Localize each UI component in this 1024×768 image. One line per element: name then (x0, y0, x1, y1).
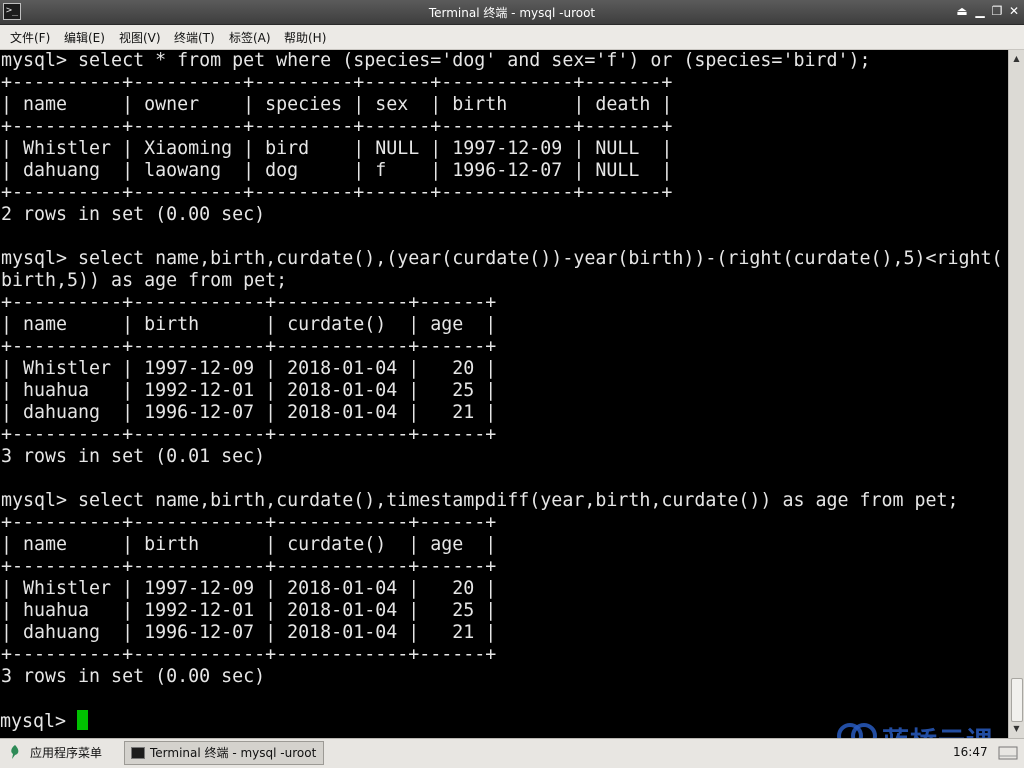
terminal-line: +----------+------------+------------+--… (1, 644, 497, 665)
prompt-line[interactable]: mysql> (0, 710, 1008, 732)
menu-view[interactable]: 视图(V) (119, 29, 161, 46)
text-cursor (77, 710, 89, 730)
terminal-line: +----------+------------+------------+--… (1, 424, 497, 445)
shade-window-icon[interactable]: ⏏ (954, 3, 970, 19)
terminal-line: | Whistler | 1997-12-09 | 2018-01-04 | 2… (1, 358, 497, 379)
menu-tabs[interactable]: 标签(A) (229, 29, 271, 46)
terminal-line: | Whistler | 1997-12-09 | 2018-01-04 | 2… (1, 578, 497, 599)
terminal-line: birth,5)) as age from pet; (1, 270, 288, 291)
applications-menu-button[interactable]: 应用程序菜单 (4, 742, 106, 764)
terminal-line: mysql> select * from pet where (species=… (1, 50, 871, 71)
taskbar: 应用程序菜单 Terminal 终端 - mysql -uroot 16:47 (0, 738, 1024, 768)
terminal-line: 3 rows in set (0.00 sec) (1, 666, 266, 687)
minimize-window-icon[interactable]: ▁ (972, 3, 988, 19)
terminal-line: 3 rows in set (0.01 sec) (1, 446, 266, 467)
clock[interactable]: 16:47 (953, 745, 988, 759)
app-menu-icon (11, 745, 19, 759)
window-title: Terminal 终端 - mysql -uroot (428, 6, 596, 20)
terminal-line: | dahuang | laowang | dog | f | 1996-12-… (1, 160, 673, 181)
terminal-text: mysql> select * from pet where (species=… (0, 50, 1008, 710)
maximize-window-icon[interactable]: ❐ (989, 3, 1005, 19)
menu-terminal[interactable]: 终端(T) (174, 29, 215, 46)
terminal-window: >_ Terminal 终端 - mysql -uroot ⏏ ▁ ❐ ✕ 文件… (0, 0, 1024, 738)
close-window-icon[interactable]: ✕ (1006, 3, 1022, 19)
terminal-scrollbar[interactable]: ▲ ▼ (1008, 50, 1024, 738)
scroll-up-arrow-icon[interactable]: ▲ (1009, 52, 1024, 66)
terminal-line: | dahuang | 1996-12-07 | 2018-01-04 | 21… (1, 622, 497, 643)
terminal-line: 2 rows in set (0.00 sec) (1, 204, 266, 225)
terminal-line: +----------+------------+------------+--… (1, 512, 497, 533)
applications-menu-label: 应用程序菜单 (30, 746, 103, 760)
terminal-line: +----------+----------+---------+------+… (1, 182, 673, 203)
menu-file[interactable]: 文件(F) (10, 29, 50, 46)
terminal-icon (131, 747, 145, 759)
title-bar[interactable]: >_ Terminal 终端 - mysql -uroot ⏏ ▁ ❐ ✕ (0, 0, 1024, 25)
terminal-line: | name | owner | species | sex | birth |… (1, 94, 673, 115)
taskbar-terminal-label: Terminal 终端 - mysql -uroot (150, 746, 317, 760)
menu-edit[interactable]: 编辑(E) (64, 29, 105, 46)
terminal-line: +----------+------------+------------+--… (1, 556, 497, 577)
show-desktop-icon[interactable] (996, 742, 1020, 764)
terminal-line: | huahua | 1992-12-01 | 2018-01-04 | 25 … (1, 380, 497, 401)
terminal-line: +----------+----------+---------+------+… (1, 116, 673, 137)
terminal-line: | huahua | 1992-12-01 | 2018-01-04 | 25 … (1, 600, 497, 621)
terminal-line: | dahuang | 1996-12-07 | 2018-01-04 | 21… (1, 402, 497, 423)
menu-bar: 文件(F) 编辑(E) 视图(V) 终端(T) 标签(A) 帮助(H) (0, 25, 1024, 50)
terminal-line: | name | birth | curdate() | age | (1, 534, 497, 555)
terminal-output[interactable]: mysql> select * from pet where (species=… (0, 50, 1008, 738)
terminal-line: mysql> select name,birth,curdate(),(year… (1, 248, 1003, 269)
terminal-line: mysql> select name,birth,curdate(),times… (1, 490, 959, 511)
scrollbar-thumb[interactable] (1011, 678, 1023, 722)
terminal-line: | Whistler | Xiaoming | bird | NULL | 19… (1, 138, 673, 159)
mysql-prompt: mysql> (0, 711, 78, 732)
terminal-line: +----------+------------+------------+--… (1, 292, 497, 313)
scroll-down-arrow-icon[interactable]: ▼ (1009, 722, 1024, 736)
menu-help[interactable]: 帮助(H) (284, 29, 326, 46)
terminal-line: | name | birth | curdate() | age | (1, 314, 497, 335)
terminal-line: +----------+------------+------------+--… (1, 336, 497, 357)
terminal-line: +----------+----------+---------+------+… (1, 72, 673, 93)
taskbar-terminal-button[interactable]: Terminal 终端 - mysql -uroot (124, 741, 324, 765)
